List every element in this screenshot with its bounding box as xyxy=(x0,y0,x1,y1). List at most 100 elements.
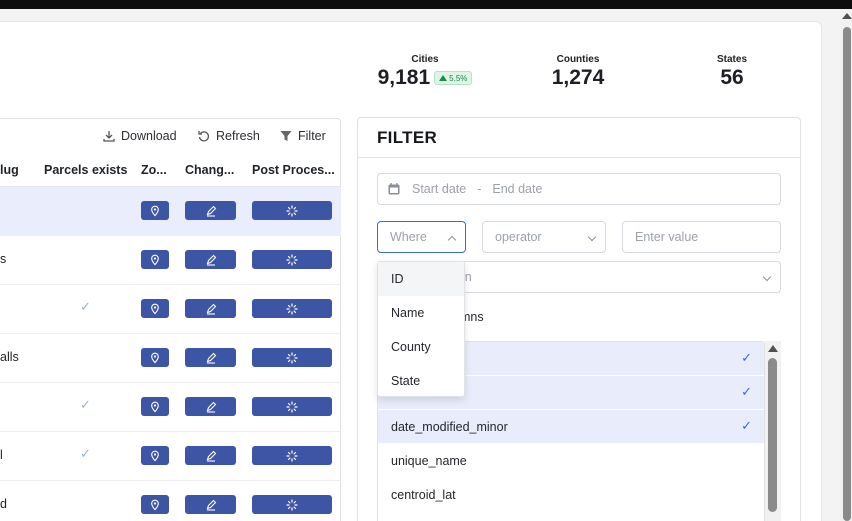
stat-counties: Counties 1,274 xyxy=(545,54,611,90)
operator-select[interactable]: operator xyxy=(482,221,606,253)
refresh-icon xyxy=(198,131,210,142)
edit-changes-button[interactable] xyxy=(185,446,236,465)
where-select[interactable]: Where xyxy=(377,221,466,253)
column-option-label: centroid_lat xyxy=(391,488,456,502)
where-option[interactable]: Name xyxy=(378,296,464,330)
column-header-slug[interactable]: lug xyxy=(0,163,19,177)
post-process-button[interactable] xyxy=(252,250,332,269)
zoning-map-pin-button[interactable] xyxy=(141,348,169,367)
stat-cities-label: Cities xyxy=(411,54,439,65)
loader-icon xyxy=(286,498,298,511)
row-slug-text: s xyxy=(0,252,7,266)
column-header-post-process[interactable]: Post Proces... xyxy=(252,163,335,177)
pencil-icon xyxy=(206,450,216,462)
refresh-button[interactable]: Refresh xyxy=(197,128,260,144)
column-option-label: date_modified_minor xyxy=(391,419,508,434)
value-input[interactable]: Enter value xyxy=(622,221,781,253)
stat-states: States 56 xyxy=(712,54,752,90)
check-icon: ✓ xyxy=(80,446,91,461)
stat-counties-label: Counties xyxy=(556,54,600,65)
row-slug-text: d xyxy=(0,497,7,511)
zoning-map-pin-button[interactable] xyxy=(141,201,169,220)
where-option[interactable]: County xyxy=(378,330,464,364)
column-option[interactable]: centroid_lat xyxy=(378,478,764,512)
pencil-icon xyxy=(206,352,216,364)
arrow-up-icon xyxy=(439,75,448,81)
map-pin-icon xyxy=(151,205,159,216)
stat-states-value: 56 xyxy=(720,66,744,89)
map-pin-icon xyxy=(151,450,159,461)
filter-button[interactable]: Filter xyxy=(279,128,326,144)
post-process-button[interactable] xyxy=(252,299,332,318)
post-process-button[interactable] xyxy=(252,446,332,465)
map-pin-icon xyxy=(151,303,159,314)
column-header-parcels-exists[interactable]: Parcels exists xyxy=(44,163,127,177)
filter-label: Filter xyxy=(298,129,326,143)
zoning-map-pin-button[interactable] xyxy=(141,299,169,318)
scroll-up-arrow[interactable] xyxy=(768,345,778,352)
download-icon xyxy=(103,131,115,142)
date-range-picker[interactable]: Start date - End date xyxy=(377,173,781,205)
column-option[interactable]: date_modified_minor ✓ xyxy=(378,410,764,444)
date-end: End date xyxy=(492,182,543,196)
loader-icon xyxy=(286,449,298,462)
where-select-value: Where xyxy=(390,230,427,244)
where-option[interactable]: State xyxy=(378,364,464,398)
operator-select-value: operator xyxy=(495,230,542,244)
map-pin-icon xyxy=(151,401,159,412)
refresh-label: Refresh xyxy=(216,129,260,143)
stat-counties-value: 1,274 xyxy=(551,66,605,89)
zoning-map-pin-button[interactable] xyxy=(141,397,169,416)
where-option[interactable]: ID xyxy=(378,262,464,296)
column-header-changes[interactable]: Chang... xyxy=(185,163,234,177)
edit-changes-button[interactable] xyxy=(185,299,236,318)
zoning-map-pin-button[interactable] xyxy=(141,495,169,514)
map-pin-icon xyxy=(151,499,159,510)
page-scrollbar-thumb[interactable] xyxy=(843,27,851,521)
download-label: Download xyxy=(121,129,177,143)
filter-divider xyxy=(358,157,800,158)
column-option[interactable]: unique_name xyxy=(378,444,764,478)
pencil-icon xyxy=(206,401,216,413)
stat-cities: Cities 9,181 5.5% xyxy=(378,54,473,90)
window-top-bar xyxy=(0,0,852,9)
loader-icon xyxy=(286,400,298,413)
date-separator: - xyxy=(477,182,482,196)
edit-changes-button[interactable] xyxy=(185,495,236,514)
pencil-icon xyxy=(206,499,216,511)
edit-changes-button[interactable] xyxy=(185,348,236,367)
pencil-icon xyxy=(206,254,216,266)
post-process-button[interactable] xyxy=(252,397,332,416)
pencil-icon xyxy=(206,303,216,315)
edit-changes-button[interactable] xyxy=(185,397,236,416)
post-process-button[interactable] xyxy=(252,201,332,220)
post-process-button[interactable] xyxy=(252,495,332,514)
filter-icon xyxy=(280,131,292,141)
edit-changes-button[interactable] xyxy=(185,201,236,220)
growth-badge-text: 5.5% xyxy=(449,73,468,83)
post-process-button[interactable] xyxy=(252,348,332,367)
filter-title: FILTER xyxy=(377,128,438,147)
loader-icon xyxy=(286,302,298,315)
chevron-up-icon xyxy=(447,235,457,245)
zoning-map-pin-button[interactable] xyxy=(141,250,169,269)
check-icon: ✓ xyxy=(741,350,752,365)
column-option-label: unique_name xyxy=(391,454,467,468)
value-input-placeholder: Enter value xyxy=(635,230,699,244)
loader-icon xyxy=(286,351,298,364)
edit-changes-button[interactable] xyxy=(185,250,236,269)
where-dropdown-menu: ID Name County State xyxy=(377,261,465,397)
download-button[interactable]: Download xyxy=(102,128,177,144)
column-header-zoning[interactable]: Zo... xyxy=(141,163,167,177)
pencil-icon xyxy=(206,205,216,217)
zoning-map-pin-button[interactable] xyxy=(141,446,169,465)
columns-list-scrollbar-thumb[interactable] xyxy=(768,358,777,512)
check-icon: ✓ xyxy=(741,384,752,399)
date-start: Start date xyxy=(412,182,467,196)
row-slug-text: l xyxy=(0,448,3,462)
map-pin-icon xyxy=(151,254,159,265)
chevron-down-icon xyxy=(587,232,597,242)
chevron-down-icon xyxy=(762,272,772,282)
calendar-icon xyxy=(388,183,400,195)
page-scroll-up-arrow[interactable] xyxy=(842,13,852,19)
